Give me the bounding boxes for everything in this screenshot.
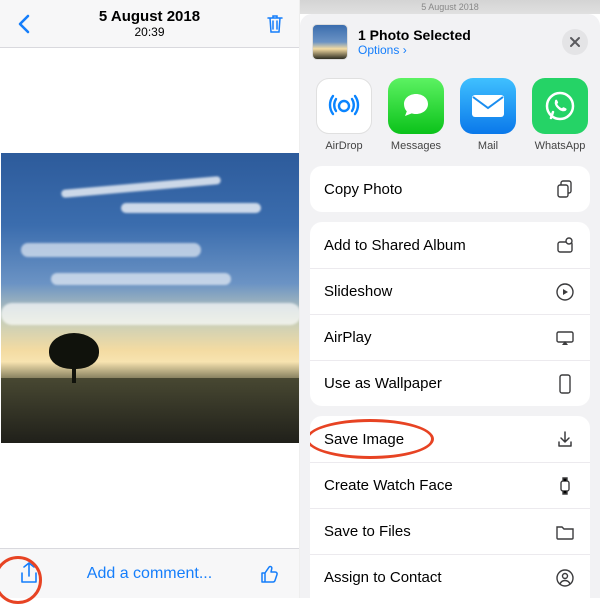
selection-title: 1 Photo Selected xyxy=(358,27,562,43)
action-use-as-wallpaper[interactable]: Use as Wallpaper xyxy=(310,360,590,406)
action-label: Use as Wallpaper xyxy=(324,375,442,392)
action-copy-photo[interactable]: Copy Photo xyxy=(310,166,590,212)
close-button[interactable] xyxy=(562,29,588,55)
watch-icon xyxy=(554,475,576,497)
header-date: 5 August 2018 xyxy=(38,8,261,25)
thumbs-up-icon xyxy=(259,563,281,585)
share-sheet: 1 Photo Selected Options AirDrop xyxy=(300,14,600,598)
share-sheet-header: 1 Photo Selected Options xyxy=(300,14,600,70)
like-button[interactable] xyxy=(255,559,285,589)
action-save-image[interactable]: Save Image xyxy=(310,416,590,462)
share-app-airdrop[interactable]: AirDrop xyxy=(310,78,378,152)
action-label: Assign to Contact xyxy=(324,569,442,586)
photo-footer-bar: Add a comment... xyxy=(0,548,299,598)
action-label: Save to Files xyxy=(324,523,411,540)
background-peek: 5 August 2018 xyxy=(300,0,600,14)
delete-button[interactable] xyxy=(261,10,289,38)
trash-icon xyxy=(265,13,285,35)
header-time: 20:39 xyxy=(38,25,261,39)
share-app-mail[interactable]: Mail xyxy=(454,78,522,152)
photo-area[interactable] xyxy=(0,48,299,548)
action-save-to-files[interactable]: Save to Files xyxy=(310,508,590,554)
action-group: Save Image Create Watch Face Save to Fil… xyxy=(310,416,590,598)
action-label: Save Image xyxy=(324,431,404,448)
download-icon xyxy=(554,428,576,450)
share-app-whatsapp[interactable]: WhatsApp xyxy=(526,78,594,152)
options-link[interactable]: Options xyxy=(358,43,562,57)
share-icon xyxy=(18,561,40,587)
close-icon xyxy=(569,36,581,48)
action-slideshow[interactable]: Slideshow xyxy=(310,268,590,314)
airplay-icon xyxy=(554,327,576,349)
app-label: AirDrop xyxy=(325,140,362,152)
folder-icon xyxy=(554,521,576,543)
back-button[interactable] xyxy=(10,10,38,38)
action-airplay[interactable]: AirPlay xyxy=(310,314,590,360)
action-label: Add to Shared Album xyxy=(324,237,466,254)
share-app-messages[interactable]: Messages xyxy=(382,78,450,152)
shared-album-icon xyxy=(554,234,576,256)
selection-thumbnail xyxy=(312,24,348,60)
action-label: Copy Photo xyxy=(324,181,402,198)
action-group: Add to Shared Album Slideshow AirPlay Us… xyxy=(310,222,590,406)
phone-icon xyxy=(554,373,576,395)
app-label: WhatsApp xyxy=(535,140,586,152)
add-comment-link[interactable]: Add a comment... xyxy=(44,565,255,583)
airdrop-icon xyxy=(316,78,372,134)
copy-icon xyxy=(554,178,576,200)
whatsapp-icon xyxy=(532,78,588,134)
action-assign-to-contact[interactable]: Assign to Contact xyxy=(310,554,590,598)
action-create-watch-face[interactable]: Create Watch Face xyxy=(310,462,590,508)
action-label: Slideshow xyxy=(324,283,392,300)
action-add-to-shared-album[interactable]: Add to Shared Album xyxy=(310,222,590,268)
action-label: Create Watch Face xyxy=(324,477,453,494)
app-label: Messages xyxy=(391,140,441,152)
app-label: Mail xyxy=(478,140,498,152)
photo-header: 5 August 2018 20:39 xyxy=(0,0,299,48)
contact-icon xyxy=(554,567,576,589)
mail-icon xyxy=(460,78,516,134)
photo-image xyxy=(1,153,299,443)
share-button[interactable] xyxy=(14,559,44,589)
action-list[interactable]: Copy Photo Add to Shared Album Slideshow xyxy=(300,158,600,598)
action-label: AirPlay xyxy=(324,329,372,346)
photo-viewer-screen: 5 August 2018 20:39 Add a comment... xyxy=(0,0,300,598)
share-sheet-screen: 5 August 2018 1 Photo Selected Options A… xyxy=(300,0,600,598)
play-icon xyxy=(554,281,576,303)
share-apps-row[interactable]: AirDrop Messages Mail xyxy=(300,70,600,158)
action-group: Copy Photo xyxy=(310,166,590,212)
chevron-left-icon xyxy=(17,14,31,34)
messages-icon xyxy=(388,78,444,134)
